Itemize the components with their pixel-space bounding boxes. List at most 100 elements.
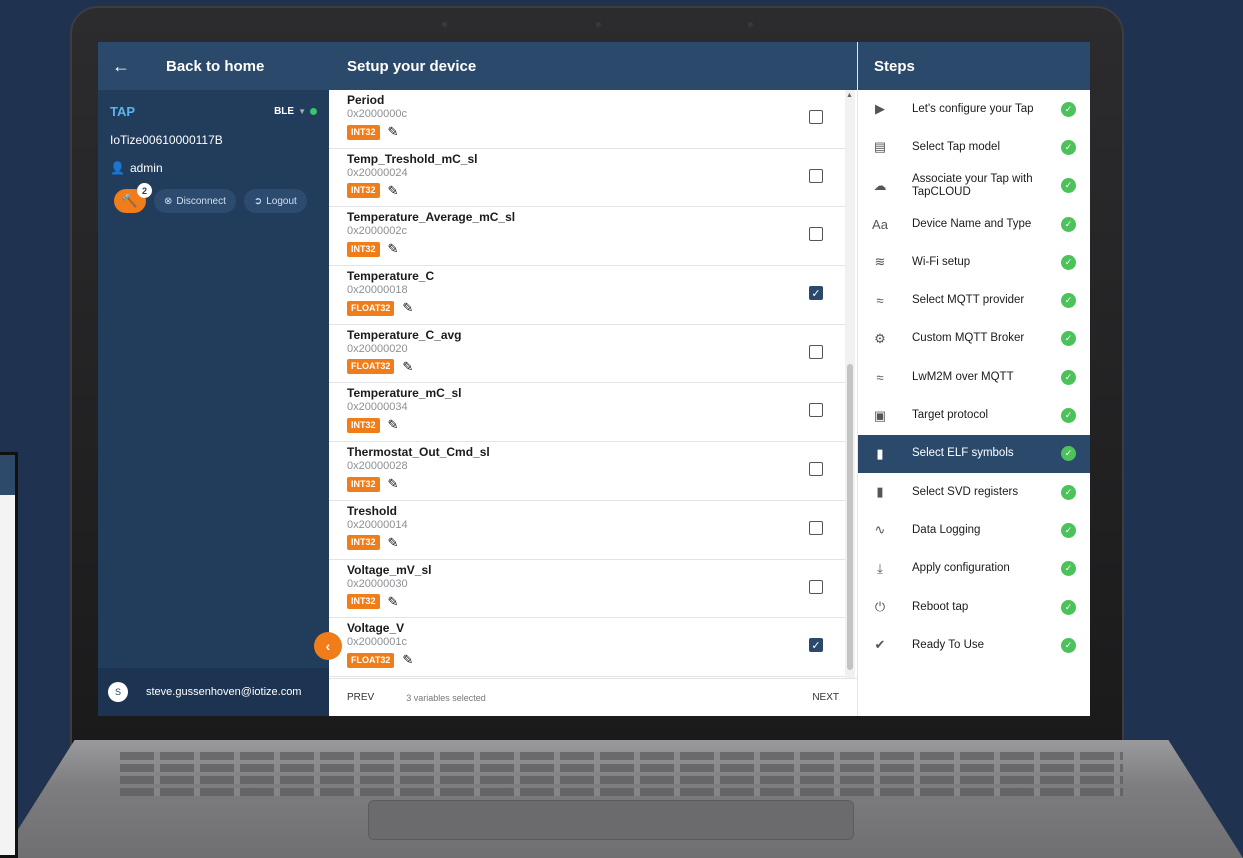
variable-row[interactable]: Temperature_mC_sl 0x20000034 INT32 ✎	[329, 383, 845, 443]
variable-checkbox[interactable]	[809, 462, 823, 477]
variable-checkbox[interactable]	[809, 227, 823, 242]
step-label: LwM2M over MQTT	[912, 370, 1014, 383]
step-label: Associate your Tap with TapCLOUD	[912, 172, 1033, 198]
variable-row[interactable]: Voltage_mV_sl 0x20000030 INT32 ✎	[329, 560, 845, 619]
connection-select[interactable]: BLE ▼	[274, 106, 317, 117]
caret-down-icon: ▼	[298, 107, 306, 116]
step-item[interactable]: Aa Device Name and Type ✓	[858, 205, 1090, 243]
step-complete-icon: ✓	[1061, 369, 1076, 385]
variable-checkbox[interactable]	[809, 403, 823, 418]
variable-checkbox[interactable]	[809, 168, 823, 183]
logout-label: Logout	[266, 195, 297, 207]
scroll-up-icon[interactable]: ▲	[846, 92, 853, 99]
step-item[interactable]: ▮ Select ELF symbols ✓	[858, 434, 1090, 473]
step-item[interactable]: ⤓ Apply configuration ✓	[858, 550, 1090, 588]
device-sidebar: ← Back to home TAP BLE ▼ IoTize006100001…	[98, 42, 329, 716]
variable-row[interactable]: Temperature_Average_mC_sl 0x2000002c INT32…	[329, 207, 845, 267]
device-id: IoTize00610000117B	[110, 133, 223, 147]
variable-name: Temperature_C_avg	[347, 327, 462, 342]
variable-row[interactable]: Temperature_C_avg 0x20000020 FLOAT32 ✎	[329, 325, 845, 384]
logout-button[interactable]: ➲ Logout	[243, 189, 307, 213]
laptop-keyboard-base	[0, 740, 1243, 858]
step-item[interactable]: ≋ Wi-Fi setup ✓	[858, 243, 1090, 281]
pencil-icon[interactable]: ✎	[402, 359, 413, 375]
connection-status-dot	[310, 108, 317, 115]
scrollbar-thumb[interactable]	[847, 364, 853, 670]
tools-button[interactable]: 🔨 2	[114, 183, 152, 213]
step-item[interactable]: ▶ Let's configure your Tap ✓	[858, 90, 1090, 128]
variable-list-scrollbar[interactable]: ▲	[845, 90, 855, 678]
account-footer[interactable]: S steve.gussenhoven@iotize.com	[98, 668, 329, 716]
user-row: 👤 admin	[98, 147, 329, 175]
disconnect-label: Disconnect	[176, 195, 226, 207]
variable-address: 0x20000018	[347, 284, 408, 297]
variable-address: 0x2000001c	[347, 636, 407, 649]
pencil-icon[interactable]: ✎	[388, 241, 399, 257]
step-item[interactable]: ⚙ Custom MQTT Broker ✓	[858, 320, 1090, 358]
back-to-home-button[interactable]: ← Back to home	[98, 42, 329, 90]
app-screen: ← Back to home TAP BLE ▼ IoTize006100001…	[98, 42, 1090, 716]
variable-row[interactable]: Thermostat_Out_Cmd_sl 0x20000028 INT32 ✎	[329, 442, 845, 501]
step-item[interactable]: ≈ LwM2M over MQTT ✓	[858, 358, 1090, 396]
variable-address: 0x20000034	[347, 401, 408, 414]
step-complete-icon: ✓	[1061, 599, 1076, 615]
next-button[interactable]: NEXT	[812, 692, 839, 703]
variable-checkbox[interactable]: ✓	[809, 638, 823, 653]
variable-address: 0x20000024	[347, 166, 408, 179]
variable-name: Temperature_mC_sl	[347, 386, 462, 401]
pencil-icon[interactable]: ✎	[388, 417, 399, 433]
step-complete-icon: ✓	[1061, 484, 1076, 500]
pencil-icon[interactable]: ✎	[402, 652, 413, 668]
variable-row[interactable]: Temperature_C 0x20000018 FLOAT32 ✎ ✓	[329, 266, 845, 325]
pencil-icon[interactable]: ✎	[388, 183, 399, 199]
variable-address: 0x20000028	[347, 460, 408, 473]
variable-row[interactable]: Period 0x2000000c INT32 ✎	[329, 90, 845, 149]
variable-checkbox[interactable]: ✓	[809, 286, 823, 301]
prev-button[interactable]: PREV	[347, 692, 374, 703]
variable-checkbox[interactable]	[809, 520, 823, 535]
cloud-icon: ☁	[873, 177, 887, 193]
user-email: steve.gussenhoven@iotize.com	[146, 685, 302, 698]
pencil-icon[interactable]: ✎	[388, 594, 399, 610]
pencil-icon[interactable]: ✎	[388, 535, 399, 551]
variable-row[interactable]: Treshold 0x20000014 INT32 ✎	[329, 501, 845, 560]
variable-type-badge: INT32	[347, 241, 380, 257]
close-circle-icon: ⊗	[164, 195, 173, 207]
camera-dot	[442, 22, 447, 27]
step-label: Select Tap model	[912, 140, 1001, 153]
step-item[interactable]: ▣ Target protocol ✓	[858, 396, 1090, 434]
variable-checkbox[interactable]	[809, 579, 823, 594]
back-label: Back to home	[166, 57, 265, 75]
variable-address: 0x20000014	[347, 518, 408, 531]
collapse-sidebar-button[interactable]: ‹	[314, 632, 342, 660]
variable-type-badge: FLOAT32	[347, 300, 395, 316]
download-icon: ⤓	[877, 560, 883, 576]
pencil-icon[interactable]: ✎	[402, 300, 413, 316]
disconnect-button[interactable]: ⊗ Disconnect	[154, 189, 236, 213]
step-item[interactable]: ⏻ Reboot tap ✓	[858, 588, 1090, 626]
pencil-icon[interactable]: ✎	[388, 476, 399, 492]
text-icon: Aa	[872, 216, 888, 232]
variable-row[interactable]: Voltage_V 0x2000001c FLOAT32 ✎ ✓	[329, 618, 845, 677]
variable-type-badge: INT32	[347, 183, 380, 199]
step-complete-icon: ✓	[1061, 561, 1076, 577]
user-icon: 👤	[110, 161, 125, 175]
step-complete-icon: ✓	[1061, 139, 1076, 155]
step-item[interactable]: ≈ Select MQTT provider ✓	[858, 281, 1090, 319]
username: admin	[129, 161, 163, 175]
pencil-icon[interactable]: ✎	[388, 124, 399, 140]
step-item[interactable]: ✔ Ready To Use ✓	[858, 626, 1090, 664]
step-complete-icon: ✓	[1061, 446, 1076, 462]
variable-row[interactable]: Temp_Treshold_mC_sl 0x20000024 INT32 ✎	[329, 149, 845, 208]
step-item[interactable]: ☁ Associate your Tap with TapCLOUD ✓	[858, 167, 1090, 205]
step-complete-icon: ✓	[1061, 254, 1076, 270]
step-label: Reboot tap	[912, 600, 969, 613]
step-item[interactable]: ▤ Select Tap model ✓	[858, 128, 1090, 166]
variable-checkbox[interactable]	[809, 110, 823, 124]
variable-checkbox[interactable]	[809, 344, 823, 359]
step-item[interactable]: ▮ Select SVD registers ✓	[858, 473, 1090, 511]
setup-panel: Setup your device Period 0x2000000c INT32 ✎…	[329, 42, 857, 716]
variable-name: Temperature_C	[347, 269, 435, 284]
step-item[interactable]: ∿ Data Logging ✓	[858, 511, 1090, 549]
step-complete-icon: ✓	[1061, 637, 1076, 653]
